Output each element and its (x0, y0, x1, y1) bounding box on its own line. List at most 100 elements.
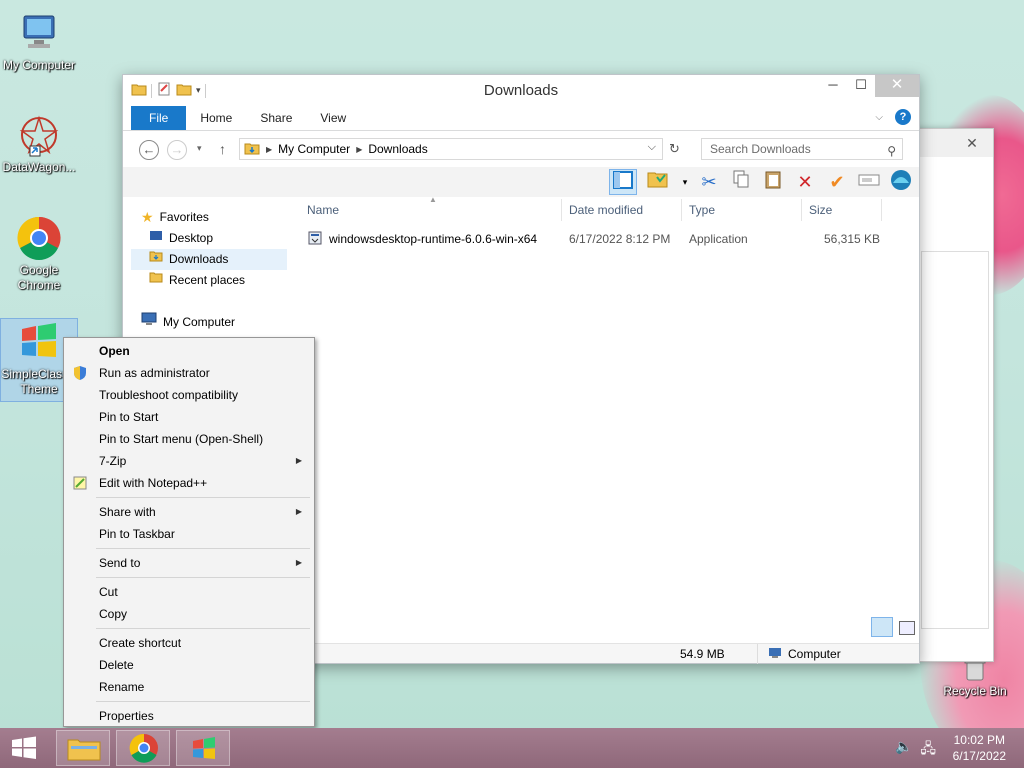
ribbon-tabs: File Home Share View ⌵ ? (123, 105, 919, 131)
volume-muted-icon[interactable]: 🔈 (895, 738, 912, 762)
computer-icon (141, 312, 157, 333)
tab-view[interactable]: View (306, 106, 360, 130)
forward-button[interactable]: → (167, 140, 187, 160)
copy-icon[interactable] (727, 169, 755, 195)
back-button[interactable]: ← (139, 140, 159, 160)
nav-favorites[interactable]: ★ Favorites (131, 207, 287, 228)
close-icon[interactable]: ✕ (957, 133, 987, 153)
submenu-arrow-icon: ▶ (295, 558, 302, 567)
sort-arrow-icon: ▲ (429, 195, 437, 204)
desktop-icon-label: Google Chrome (17, 263, 61, 292)
menu-item-copy[interactable]: Copy (66, 603, 312, 625)
tab-home[interactable]: Home (186, 106, 246, 130)
rename-icon[interactable] (855, 169, 883, 195)
status-size: 54.9 MB (680, 647, 725, 661)
paste-icon[interactable] (759, 169, 787, 195)
menu-item-send-to[interactable]: Send to ▶ (66, 552, 312, 574)
menu-item-create-shortcut[interactable]: Create shortcut (66, 632, 312, 654)
up-arrow-icon[interactable]: ↑ (219, 141, 226, 157)
window-controls: ─ ☐ ✕ (819, 75, 919, 97)
address-bar[interactable]: ▶ My Computer ▶ Downloads ⌵ (239, 138, 663, 160)
clock-time: 10:02 PM (953, 733, 1005, 747)
column-name[interactable]: Name (307, 203, 339, 217)
column-header: Name ▲ Date modified Type Size (299, 195, 919, 225)
open-shell-icon[interactable] (887, 169, 915, 195)
recent-locations-icon[interactable]: ▾ (197, 143, 202, 154)
nav-my-computer[interactable]: My Computer (131, 312, 287, 333)
taskbar-simpleclassic[interactable] (176, 730, 230, 766)
minimize-button[interactable]: ─ (819, 75, 847, 97)
menu-item-label: Share with (99, 505, 156, 519)
refresh-icon[interactable]: ↻ (669, 141, 680, 157)
menu-separator (96, 701, 310, 702)
large-icons-view-icon[interactable] (899, 621, 915, 635)
chevron-down-icon[interactable]: ▾ (679, 169, 691, 195)
computer-icon (768, 647, 782, 662)
network-icon[interactable]: 🖧 (920, 738, 936, 762)
menu-item-7zip[interactable]: 7-Zip ▶ (66, 450, 312, 472)
cut-icon[interactable]: ✂ (695, 169, 723, 195)
taskbar-chrome[interactable] (116, 730, 170, 766)
chevron-down-icon[interactable]: ⌵ (648, 141, 656, 154)
chevron-right-icon: ▶ (356, 144, 363, 154)
desktop-icon-chrome[interactable]: Google Chrome (0, 215, 78, 293)
background-window-titlebar: ✕ (913, 129, 993, 157)
menu-separator (96, 497, 310, 498)
nav-recent-places[interactable]: Recent places (131, 270, 287, 291)
details-view-icon[interactable] (871, 617, 893, 637)
file-size: 56,315 KB (824, 232, 881, 246)
tab-share[interactable]: Share (246, 106, 306, 130)
toolbar: ▾ ✂ ✕ ✔ (123, 167, 919, 197)
column-type[interactable]: Type (689, 203, 715, 217)
checkmark-icon[interactable]: ✔ (823, 169, 851, 195)
tab-file[interactable]: File (131, 106, 187, 130)
clock-date: 6/17/2022 (952, 749, 1006, 763)
chrome-icon (16, 215, 62, 261)
desktop-icon-my-computer[interactable]: My Computer (0, 10, 78, 73)
clock[interactable]: 10:02 PM 6/17/2022 (953, 732, 1006, 764)
downloads-folder-icon (244, 140, 260, 159)
menu-item-pin-to-start-menu[interactable]: Pin to Start menu (Open-Shell) (66, 428, 312, 450)
file-name: windowsdesktop-runtime-6.0.6-win-x64 (329, 232, 538, 246)
application-icon (307, 230, 323, 249)
nav-desktop[interactable]: Desktop (131, 228, 287, 249)
desktop-icon-datawagon[interactable]: DataWagon... (0, 112, 78, 175)
menu-item-run-as-admin[interactable]: Run as administrator (66, 362, 312, 384)
background-window[interactable]: ✕ (912, 128, 994, 662)
taskbar: 🔈 🖧 10:02 PM 6/17/2022 (0, 728, 1024, 768)
file-list: Name ▲ Date modified Type Size windowsde… (299, 195, 919, 643)
expand-ribbon-icon[interactable]: ⌵ (875, 112, 883, 123)
delete-icon[interactable]: ✕ (791, 169, 819, 195)
menu-item-share-with[interactable]: Share with ▶ (66, 501, 312, 523)
menu-separator (96, 548, 310, 549)
menu-item-edit-notepad[interactable]: Edit with Notepad++ (66, 472, 312, 494)
start-button[interactable] (0, 730, 48, 766)
maximize-button[interactable]: ☐ (847, 75, 875, 97)
windows-flag-icon (16, 319, 62, 365)
preview-pane-icon[interactable] (609, 169, 637, 195)
column-size[interactable]: Size (809, 203, 832, 217)
context-menu: Open Run as administrator Troubleshoot c… (63, 337, 315, 727)
menu-item-delete[interactable]: Delete (66, 654, 312, 676)
menu-item-troubleshoot[interactable]: Troubleshoot compatibility (66, 384, 312, 406)
breadcrumb-current[interactable]: Downloads (368, 142, 427, 156)
search-input[interactable]: Search Downloads ⚲ (701, 138, 903, 160)
close-button[interactable]: ✕ (875, 75, 919, 97)
help-icon[interactable]: ? (895, 109, 911, 125)
taskbar-file-explorer[interactable] (56, 730, 110, 766)
menu-item-cut[interactable]: Cut (66, 581, 312, 603)
menu-item-rename[interactable]: Rename (66, 676, 312, 698)
menu-item-pin-to-taskbar[interactable]: Pin to Taskbar (66, 523, 312, 545)
menu-item-pin-to-start[interactable]: Pin to Start (66, 406, 312, 428)
menu-item-open[interactable]: Open (66, 340, 312, 362)
folder-options-icon[interactable] (641, 169, 675, 195)
menu-item-label: Edit with Notepad++ (99, 476, 208, 490)
address-row: ← → ▾ ↑ ▶ My Computer ▶ Downloads ⌵ ↻ Se… (123, 131, 919, 167)
breadcrumb-root[interactable]: My Computer (278, 142, 350, 156)
background-window-panel (921, 251, 989, 629)
nav-downloads[interactable]: Downloads (131, 249, 287, 270)
column-date[interactable]: Date modified (569, 203, 643, 217)
search-placeholder: Search Downloads (710, 142, 811, 156)
table-row[interactable]: windowsdesktop-runtime-6.0.6-win-x64 6/1… (299, 229, 919, 249)
menu-item-properties[interactable]: Properties (66, 705, 312, 727)
